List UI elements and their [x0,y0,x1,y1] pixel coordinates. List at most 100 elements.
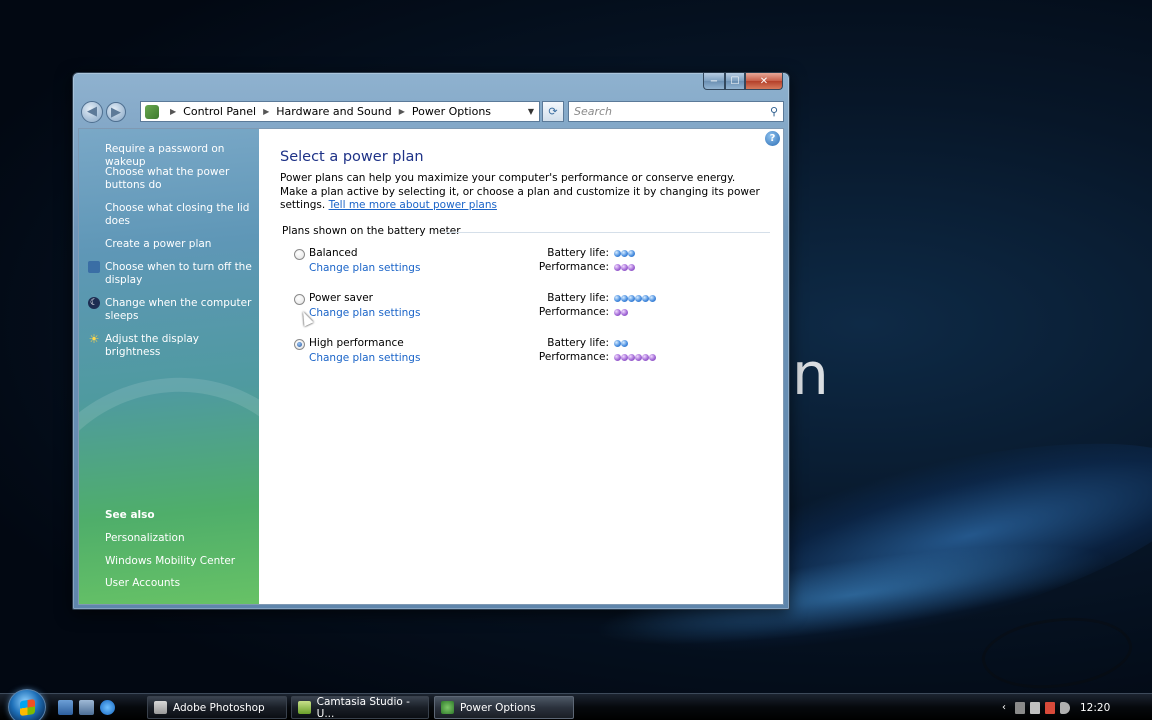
battery-life-dot [614,295,621,302]
plan-name-high-performance[interactable]: High performance [309,337,404,349]
performance-dot [614,354,621,361]
task-computer-sleeps[interactable]: ☾ Change when the computer sleeps [88,297,255,323]
address-dropdown-icon[interactable]: ▼ [523,107,539,116]
tray-expand-icon[interactable]: ‹ [1002,702,1006,713]
see-also-heading: See also [105,509,155,521]
photoshop-icon [154,701,167,714]
battery-life-meter-balanced [614,250,635,257]
plan-name-power-saver[interactable]: Power saver [309,292,373,304]
windows-logo-icon [20,698,35,717]
group-divider [445,232,770,233]
performance-meter-high-performance [614,354,656,361]
breadcrumb-separator-icon[interactable]: ▶ [399,107,405,116]
battery-life-dot [642,295,649,302]
change-plan-settings-balanced[interactable]: Change plan settings [309,262,420,274]
task-display-brightness[interactable]: ☀ Adjust the display brightness [89,333,255,359]
tell-me-more-link[interactable]: Tell me more about power plans [329,199,497,211]
task-closing-lid[interactable]: Choose what closing the lid does [105,202,255,228]
taskbar-button-photoshop[interactable]: Adobe Photoshop [147,696,287,719]
performance-label: Performance: [538,306,609,318]
link-personalization[interactable]: Personalization [105,532,185,544]
performance-dot [642,354,649,361]
start-button[interactable] [8,689,46,720]
battery-life-dot [628,295,635,302]
power-options-window: − ☐ ✕ ◀ ▶ ▶ Control Panel ▶ Hardware and… [72,72,790,610]
battery-life-label: Battery life: [547,247,609,259]
power-options-icon [441,701,454,714]
taskbar-button-label: Camtasia Studio - U... [316,695,410,720]
battery-life-meter-power-saver [614,295,656,302]
battery-life-meter-high-performance [614,340,628,347]
monitor-icon [88,261,100,273]
performance-dot [621,354,628,361]
taskbar: Adobe Photoshop Camtasia Studio - U... P… [0,689,1152,720]
battery-life-dot [621,250,628,257]
address-bar[interactable]: ▶ Control Panel ▶ Hardware and Sound ▶ P… [140,101,540,122]
radio-power-saver[interactable] [294,294,305,305]
sun-icon: ☀ [88,332,100,346]
task-label: Adjust the display brightness [105,333,200,358]
radio-high-performance[interactable] [294,339,305,350]
battery-life-dot [649,295,656,302]
task-create-power-plan[interactable]: Create a power plan [105,238,255,251]
task-power-buttons[interactable]: Choose what the power buttons do [105,166,255,192]
battery-life-label: Battery life: [547,337,609,349]
link-user-accounts[interactable]: User Accounts [105,577,180,589]
window-controls: − ☐ ✕ [703,73,783,90]
system-tray: ‹ 12:20 [1002,694,1152,720]
search-icon[interactable]: ⚲ [770,105,778,118]
switch-windows-icon[interactable] [79,700,94,715]
page-title: Select a power plan [280,149,424,165]
window-content: Require a password on wakeup Choose what… [78,128,784,605]
task-label: Choose when to turn off the display [105,261,252,286]
internet-explorer-icon[interactable] [100,700,115,715]
maximize-button[interactable]: ☐ [725,73,745,90]
camtasia-icon [298,701,311,714]
forward-button[interactable]: ▶ [106,102,126,122]
clock[interactable]: 12:20 [1080,702,1110,714]
taskbar-button-label: Power Options [460,701,536,714]
page-description: Power plans can help you maximize your c… [280,172,766,213]
battery-life-dot [621,295,628,302]
task-turn-off-display[interactable]: Choose when to turn off the display [88,261,255,287]
change-plan-settings-high-performance[interactable]: Change plan settings [309,352,420,364]
taskbar-button-power-options[interactable]: Power Options [434,696,574,719]
show-desktop-icon[interactable] [58,700,73,715]
network-icon[interactable] [1045,701,1055,714]
link-windows-mobility-center[interactable]: Windows Mobility Center [105,555,235,567]
battery-life-label: Battery life: [547,292,609,304]
plans-group-label: Plans shown on the battery meter [282,225,461,237]
breadcrumb-power-options[interactable]: Power Options [412,105,491,118]
performance-meter-balanced [614,264,635,271]
battery-life-dot [621,340,628,347]
refresh-button[interactable]: ⟳ [542,101,564,122]
breadcrumb-hardware-and-sound[interactable]: Hardware and Sound [276,105,391,118]
tray-app-icon[interactable] [1015,701,1025,714]
volume-icon[interactable] [1060,701,1070,714]
taskbar-button-camtasia[interactable]: Camtasia Studio - U... [291,695,429,720]
plan-name-balanced[interactable]: Balanced [309,247,358,259]
control-panel-icon [145,104,159,119]
task-pane: Require a password on wakeup Choose what… [79,129,259,604]
battery-life-dot [635,295,642,302]
battery-icon[interactable] [1030,701,1040,714]
performance-dot [649,354,656,361]
performance-dot [628,354,635,361]
main-pane: Select a power plan Power plans can help… [280,129,770,604]
close-button[interactable]: ✕ [745,73,783,90]
performance-meter-power-saver [614,309,628,316]
search-input[interactable] [574,105,764,118]
performance-dot [614,264,621,271]
breadcrumb-control-panel[interactable]: Control Panel [183,105,256,118]
taskbar-button-label: Adobe Photoshop [173,701,265,714]
breadcrumb-separator-icon[interactable]: ▶ [263,107,269,116]
back-button[interactable]: ◀ [81,101,103,123]
radio-balanced[interactable] [294,249,305,260]
desktop-wallpaper-logo [976,603,1138,703]
search-box[interactable]: ⚲ [568,101,784,122]
performance-label: Performance: [538,261,609,273]
change-plan-settings-power-saver[interactable]: Change plan settings [309,307,420,319]
breadcrumb-separator-icon: ▶ [170,107,177,116]
minimize-button[interactable]: − [703,73,725,90]
battery-life-dot [614,340,621,347]
